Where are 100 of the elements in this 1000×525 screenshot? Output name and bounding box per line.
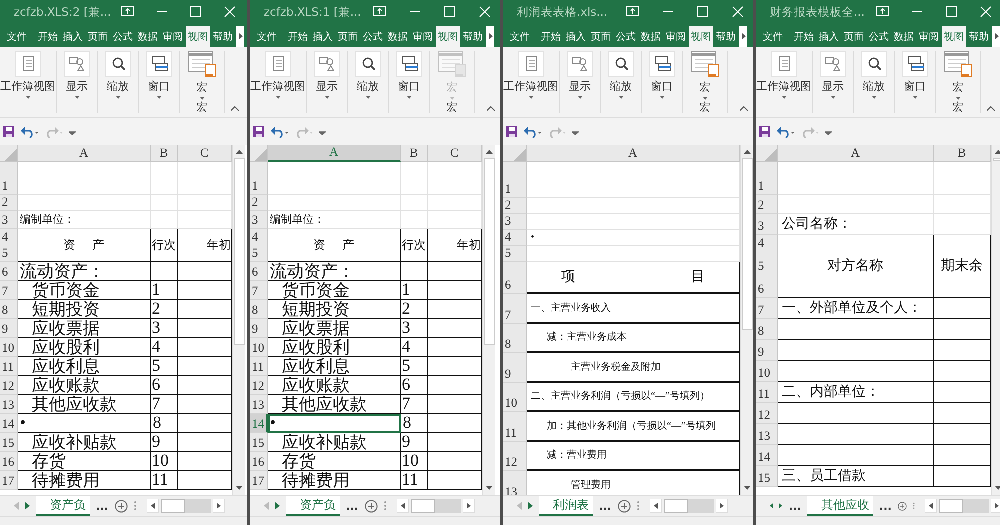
ribbon-tab[interactable]: 文件 — [759, 26, 791, 47]
ribbon-tab[interactable]: 页面 — [86, 26, 110, 47]
ribbon-button[interactable]: 工作簿视图 — [250, 51, 306, 99]
save-icon[interactable] — [3, 126, 15, 138]
ribbon-tab[interactable]: 开始 — [539, 26, 563, 47]
ribbon-tab[interactable]: 文件 — [253, 26, 285, 47]
scroll-right-icon[interactable] — [994, 33, 998, 40]
row-header[interactable]: 9 — [250, 319, 268, 338]
row-number[interactable]: 1 — [505, 182, 512, 197]
collapse-ribbon-icon[interactable] — [987, 106, 995, 111]
ribbon-tab[interactable]: 视图 — [186, 26, 210, 47]
ribbon-display-options-icon[interactable] — [373, 5, 388, 19]
ribbon-tab[interactable]: 页面 — [589, 26, 613, 47]
column-header[interactable]: B — [151, 145, 178, 162]
row-header[interactable]: 10 — [250, 338, 268, 357]
ribbon-tab[interactable]: 帮助 — [714, 26, 738, 47]
ribbon-tab[interactable]: 数据 — [136, 26, 160, 47]
row-header[interactable]: 2 — [503, 198, 527, 214]
row-header[interactable]: 12 — [250, 376, 268, 395]
row-header[interactable]: 17 — [0, 471, 18, 490]
row-number[interactable]: 12 — [505, 455, 518, 470]
more-sheets-button[interactable]: ... — [96, 500, 109, 512]
scroll-thumb[interactable] — [410, 499, 435, 513]
scroll-thumb[interactable] — [160, 499, 185, 513]
scroll-right-icon[interactable] — [238, 33, 242, 40]
scroll-down-icon[interactable] — [236, 486, 242, 490]
row-number[interactable]: 8 — [758, 324, 764, 339]
row-header[interactable]: 13 — [756, 424, 778, 445]
row-number[interactable]: 6 — [758, 282, 764, 297]
row-number[interactable]: 3 — [252, 213, 258, 228]
row-number[interactable]: 7 — [505, 308, 512, 322]
save-icon[interactable] — [759, 126, 771, 138]
row-number[interactable]: 5 — [505, 246, 512, 261]
row-number[interactable]: 14 — [2, 417, 14, 432]
row-number[interactable]: 9 — [252, 322, 258, 337]
ribbon-display-options-icon[interactable] — [876, 5, 890, 19]
ribbon-display-options-icon[interactable] — [121, 5, 136, 19]
scroll-right-icon[interactable] — [488, 33, 492, 40]
scroll-left-icon[interactable] — [396, 499, 409, 513]
row-header[interactable]: 15 — [756, 466, 778, 487]
row-number[interactable]: 7 — [252, 284, 258, 299]
row-number[interactable]: 2 — [2, 195, 8, 210]
scroll-down-icon[interactable] — [994, 486, 1000, 490]
scroll-up-icon[interactable] — [744, 150, 750, 154]
row-number[interactable]: 7 — [758, 303, 764, 318]
row-number[interactable]: 5 — [2, 246, 8, 261]
more-sheets-button[interactable]: ... — [879, 500, 892, 512]
row-number[interactable]: 13 — [758, 429, 770, 444]
row-header[interactable]: 12 — [503, 442, 527, 471]
row-header[interactable]: 14 — [250, 414, 268, 433]
row-header[interactable]: 15 — [250, 433, 268, 452]
next-sheet-icon[interactable] — [779, 502, 783, 510]
scroll-thumb[interactable] — [484, 158, 494, 345]
scroll-up-icon[interactable] — [486, 150, 492, 154]
ribbon-button[interactable]: 宏 — [944, 51, 972, 100]
row-header[interactable]: 2 — [250, 195, 268, 211]
row-header[interactable]: 6 — [250, 262, 268, 281]
row-header[interactable]: 14 — [756, 445, 778, 466]
row-number[interactable]: 1 — [2, 179, 8, 194]
more-sheets-button[interactable]: ... — [346, 500, 359, 512]
scroll-up-icon[interactable] — [236, 150, 242, 154]
row-number[interactable]: 5 — [252, 246, 258, 261]
more-sheets-button[interactable]: ... — [788, 500, 802, 512]
row-header[interactable]: 11 — [503, 412, 527, 442]
vertical-scrollbar[interactable] — [482, 145, 495, 495]
row-number[interactable]: 11 — [252, 360, 264, 375]
row-header[interactable]: 4 — [503, 230, 527, 246]
scroll-right-icon[interactable] — [990, 499, 1000, 513]
row-number[interactable]: 14 — [758, 450, 770, 465]
ribbon-tab[interactable]: 数据 — [386, 26, 410, 47]
maximize-icon[interactable] — [696, 5, 710, 19]
ribbon-tab[interactable]: 插入 — [61, 26, 85, 47]
row-number[interactable]: 6 — [505, 278, 512, 293]
undo-icon[interactable] — [21, 126, 39, 138]
close-icon[interactable] — [223, 5, 238, 19]
ribbon-tab[interactable]: 公式 — [361, 26, 385, 47]
row-number[interactable]: 9 — [2, 322, 8, 337]
sheet-tab[interactable]: 资产负 — [286, 496, 340, 516]
row-number[interactable]: 9 — [505, 366, 512, 382]
row-header[interactable]: 16 — [0, 452, 18, 471]
row-number[interactable]: 14 — [252, 417, 264, 432]
row-number[interactable]: 16 — [252, 455, 264, 470]
scroll-down-icon[interactable] — [486, 486, 492, 490]
scroll-left-icon[interactable] — [924, 499, 937, 513]
row-header[interactable]: 1 — [0, 162, 18, 195]
ribbon-tab[interactable]: 数据 — [639, 26, 663, 47]
sheet-tab[interactable]: 利润表 — [539, 496, 593, 516]
row-header[interactable]: 15 — [0, 433, 18, 452]
close-icon[interactable] — [731, 5, 746, 19]
column-header[interactable]: C — [178, 145, 232, 162]
split-handle-icon[interactable] — [912, 501, 915, 511]
row-header[interactable]: 4 5 6 — [756, 235, 778, 298]
column-header[interactable]: B — [934, 145, 991, 162]
row-header[interactable]: 10 — [503, 382, 527, 412]
row-number[interactable]: 2 — [505, 198, 512, 213]
column-header[interactable]: B — [401, 145, 428, 162]
row-header[interactable]: 10 — [0, 338, 18, 357]
ribbon-tab[interactable]: 审阅 — [161, 26, 185, 47]
ribbon-button[interactable]: 宏 — [188, 51, 216, 100]
scroll-thumb[interactable] — [938, 499, 963, 513]
